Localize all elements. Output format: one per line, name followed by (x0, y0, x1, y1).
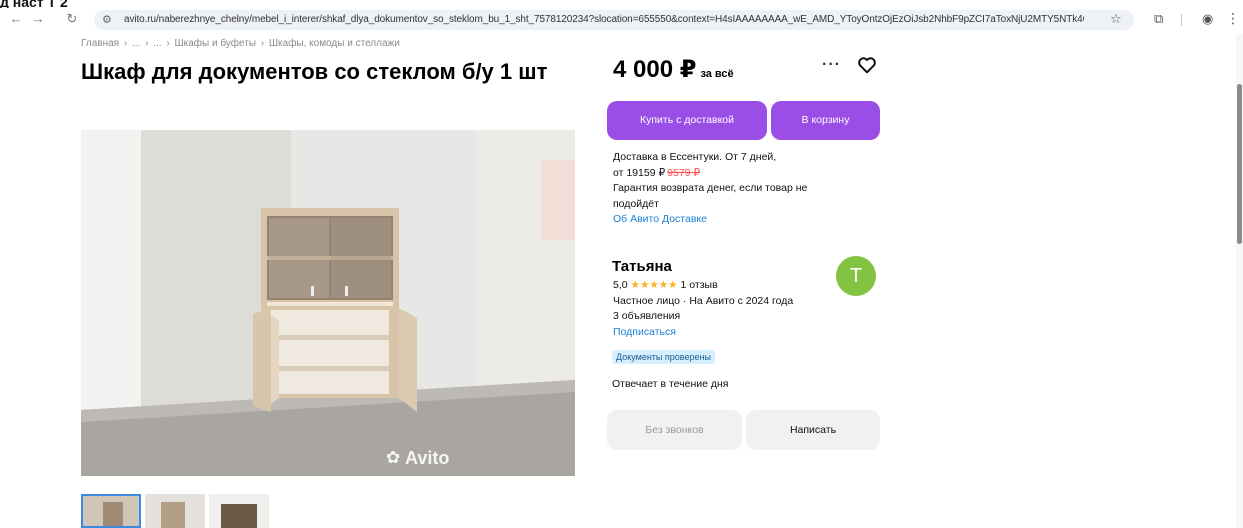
browser-toolbar: ← → ↻ ⚙ avito.ru/naberezhnye_chelny/mebe… (0, 8, 1243, 32)
seller-rating: 5,0 (613, 279, 628, 291)
breadcrumb-sep: › (260, 38, 265, 49)
write-message-button[interactable]: Написать (746, 410, 880, 450)
url-text[interactable]: avito.ru/naberezhnye_chelny/mebel_i_inte… (124, 14, 1084, 25)
page-title: Шкаф для документов со стеклом б/у 1 шт (81, 59, 548, 84)
seller-listings[interactable]: 3 объявления (613, 309, 793, 325)
status-badge: Документы проверены (612, 350, 715, 364)
price-note: за всё (700, 68, 734, 80)
heart-icon[interactable] (856, 54, 878, 76)
toolbar-divider (1181, 14, 1182, 26)
thumbnail-2[interactable] (145, 494, 205, 528)
reload-icon[interactable]: ↻ (64, 11, 80, 27)
forward-icon[interactable]: → (30, 11, 46, 27)
guarantee-text: Гарантия возврата денег, если товар не п… (613, 182, 808, 210)
seller-reviews-link[interactable]: 1 отзыв (681, 279, 718, 291)
site-settings-icon[interactable]: ⚙ (102, 13, 112, 26)
breadcrumb: Главная › ... › ... › Шкафы и буфеты › Ш… (81, 38, 402, 49)
seller-rating-line: 5,0 ★★★★★ 1 отзыв (613, 278, 793, 294)
delivery-line: Доставка в Ессентуки. От 7 дней, (613, 151, 777, 163)
listing-photo[interactable]: ✿ Avito (81, 130, 575, 476)
avatar[interactable]: Т (836, 256, 876, 296)
cabinet-photo-image: ✿ Avito (81, 130, 575, 476)
breadcrumb-sep: › (166, 38, 170, 49)
svg-text:✿: ✿ (386, 448, 400, 468)
delivery-info: Доставка в Ессентуки. От 7 дней, от 1915… (613, 150, 838, 228)
thumbnail-3[interactable] (209, 494, 269, 528)
price: 4 000 ₽ за всё (613, 55, 734, 84)
subscribe-link[interactable]: Подписаться (613, 325, 793, 341)
seller-name[interactable]: Татьяна (612, 258, 672, 275)
avito-watermark: Avito (405, 448, 449, 468)
star-icon[interactable]: ☆ (1110, 11, 1122, 27)
menu-icon[interactable]: ⋮ (1226, 10, 1240, 27)
responds-time: Отвечает в течение дня (612, 378, 729, 390)
price-value: 4 000 ₽ (613, 56, 697, 83)
breadcrumb-current[interactable]: Шкафы, комоды и стеллажи (269, 38, 400, 49)
address-bar[interactable]: ⚙ avito.ru/naberezhnye_chelny/mebel_i_in… (94, 10, 1134, 30)
breadcrumb-home[interactable]: Главная (81, 38, 119, 49)
breadcrumb-cabinets[interactable]: Шкафы и буфеты (174, 38, 256, 49)
breadcrumb-item[interactable]: ... (153, 38, 161, 49)
delivery-old-price: 9579 ₽ (667, 166, 701, 179)
thumbnail-1[interactable] (81, 494, 141, 528)
breadcrumb-sep: › (123, 38, 128, 49)
no-calls-button[interactable]: Без звонков (607, 410, 742, 450)
delivery-from: от 19159 ₽ (613, 166, 666, 179)
seller-type: Частное лицо · На Авито с 2024 года (613, 294, 794, 307)
back-icon[interactable]: ← (8, 11, 24, 27)
scrollbar-thumb[interactable] (1237, 84, 1242, 244)
delivery-about-link[interactable]: Об Авито Доставке (613, 212, 838, 228)
delivery-price-line: от 19159 ₽9579 ₽ (613, 166, 838, 182)
breadcrumb-sep: › (145, 38, 149, 49)
add-to-cart-button[interactable]: В корзину (771, 101, 880, 140)
rating-stars-icon: ★★★★★ (630, 279, 678, 291)
seller-info: 5,0 ★★★★★ 1 отзыв Частное лицо · На Авит… (613, 278, 793, 340)
profile-icon[interactable]: ◉ (1202, 11, 1213, 27)
buy-with-delivery-button[interactable]: Купить с доставкой (607, 101, 767, 140)
more-options-icon[interactable]: ··· (822, 56, 841, 74)
breadcrumb-item[interactable]: ... (132, 38, 140, 49)
extensions-icon[interactable]: ⧉ (1154, 11, 1163, 27)
